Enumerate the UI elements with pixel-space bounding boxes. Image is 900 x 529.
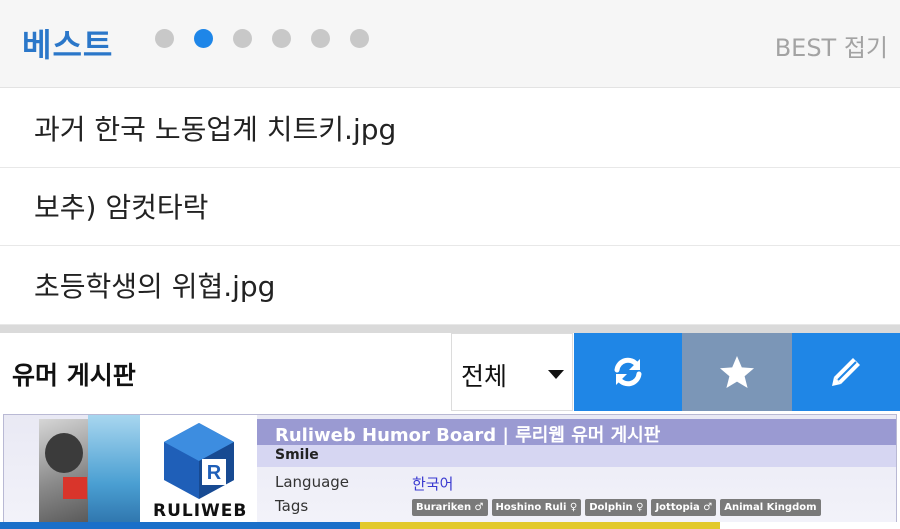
- bottom-strip: [0, 522, 900, 529]
- best-list-item[interactable]: 과거 한국 노동업계 치트키.jpg: [0, 89, 900, 168]
- tag[interactable]: Dolphin ♀: [585, 499, 648, 516]
- tag[interactable]: Burariken ♂: [412, 499, 488, 516]
- chevron-down-icon: [548, 370, 564, 379]
- board-filter-select[interactable]: 전체: [451, 333, 573, 411]
- tag-list: Burariken ♂ Hoshino Ruli ♀ Dolphin ♀ Jot…: [412, 499, 821, 516]
- best-collapse-button[interactable]: BEST 접기: [775, 28, 888, 63]
- refresh-icon: [614, 357, 642, 387]
- best-item-label: 과거 한국 노동업계 치트키.jpg: [34, 112, 397, 146]
- board-title: 유머 게시판: [12, 361, 136, 390]
- carousel-dots: [155, 29, 369, 48]
- language-value: 한국어: [412, 475, 454, 493]
- tag[interactable]: Jottopia ♂: [651, 499, 717, 516]
- best-list-item[interactable]: 보추) 암컷타락: [0, 168, 900, 246]
- star-icon: [720, 356, 754, 388]
- ruliweb-logo: R RULIWEB: [140, 415, 257, 528]
- write-button[interactable]: [792, 333, 900, 411]
- language-label: Language: [275, 473, 350, 491]
- favorite-button[interactable]: [682, 333, 792, 411]
- section-separator: [0, 325, 900, 333]
- tag[interactable]: Animal Kingdom: [720, 499, 821, 516]
- banner-mascot-image: [88, 415, 140, 528]
- banner-title-bar: Ruliweb Humor Board | 루리웹 유머 게시판: [257, 419, 896, 446]
- best-header: 베스트 BEST 접기: [0, 0, 900, 88]
- carousel-dot-active[interactable]: [194, 29, 213, 48]
- svg-text:R: R: [207, 462, 222, 484]
- carousel-dot[interactable]: [233, 29, 252, 48]
- carousel-dot[interactable]: [350, 29, 369, 48]
- best-item-label: 초등학생의 위협.jpg: [34, 269, 276, 303]
- carousel-dot[interactable]: [155, 29, 174, 48]
- carousel-dot[interactable]: [272, 29, 291, 48]
- tags-label: Tags: [275, 497, 309, 515]
- best-item-label: 보추) 암컷타락: [34, 191, 209, 225]
- best-title: 베스트: [22, 26, 114, 64]
- banner-subtitle-bar: Smile: [257, 445, 896, 467]
- carousel-dot[interactable]: [311, 29, 330, 48]
- best-list-item[interactable]: 초등학생의 위협.jpg: [0, 246, 900, 325]
- logo-text: RULIWEB: [153, 501, 248, 521]
- banner-photo: [39, 419, 89, 527]
- banner-title: Ruliweb Humor Board | 루리웹 유머 게시판: [275, 425, 661, 446]
- ruliweb-logo-icon: R: [164, 423, 234, 499]
- board-toolbar: 유머 게시판 전체: [0, 333, 900, 411]
- board-banner[interactable]: R RULIWEB Ruliweb Humor Board | 루리웹 유머 게…: [3, 414, 897, 529]
- pencil-icon: [832, 358, 860, 386]
- refresh-button[interactable]: [574, 333, 682, 411]
- banner-subtitle: Smile: [275, 447, 319, 463]
- best-list: 과거 한국 노동업계 치트키.jpg 보추) 암컷타락 초등학생의 위협.jpg: [0, 89, 900, 325]
- filter-selected-value: 전체: [461, 362, 508, 391]
- tag[interactable]: Hoshino Ruli ♀: [491, 499, 582, 516]
